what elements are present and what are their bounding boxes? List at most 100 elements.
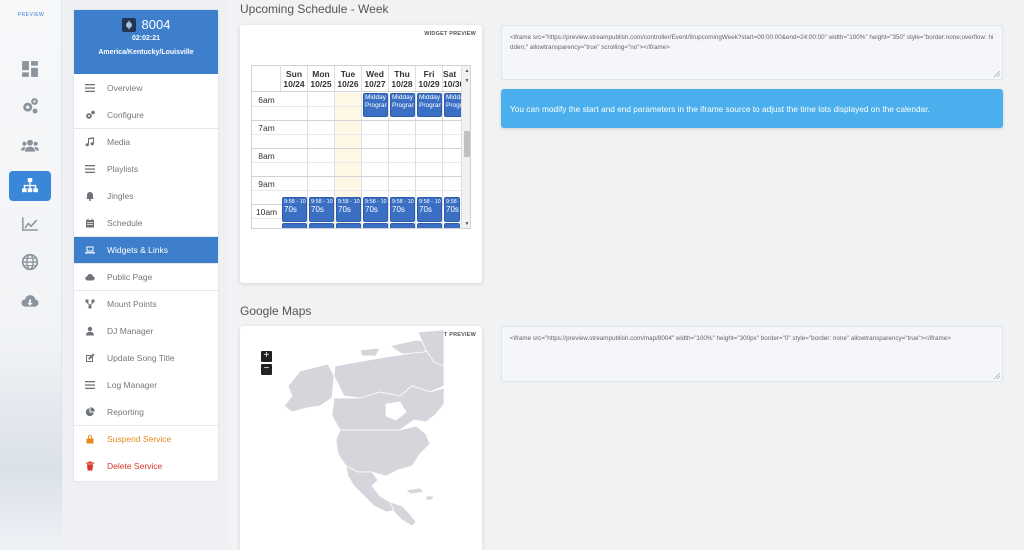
schedule-event-70s[interactable]: 9:58 - 10:5870s [417, 197, 442, 222]
globe-icon[interactable] [9, 247, 51, 277]
scroll-thumb[interactable] [464, 131, 470, 157]
menu-item-reporting[interactable]: Reporting [74, 398, 218, 425]
station-number: 8004 [141, 17, 171, 32]
edit-icon [84, 352, 96, 364]
menu-item-update-song-title[interactable]: Update Song Title [74, 344, 218, 371]
menu-item-overview[interactable]: Overview [74, 74, 218, 101]
menu-item-media[interactable]: Media [74, 128, 218, 155]
menu-item-label: Media [107, 137, 131, 147]
cloud-download-icon[interactable] [9, 286, 51, 316]
pie-chart-icon [84, 406, 96, 418]
scroll-down-small-icon[interactable]: ▼ [464, 78, 470, 84]
sitemap-icon[interactable] [9, 171, 51, 201]
laptop-icon [84, 244, 96, 256]
time-slot [252, 121, 461, 135]
menu-item-label: Mount Points [107, 299, 157, 309]
schedule-event-midday-program[interactable]: Midday Program [390, 93, 415, 117]
cloud-icon [84, 271, 96, 283]
schedule-event-70s[interactable]: 9:58 - 10:5870s [309, 197, 334, 222]
time-slot [252, 135, 461, 149]
calendar-header: Sun 10/24 Mon 10/25 Tue 10/26 Wed 10/27 Thu 1… [252, 66, 461, 92]
schedule-event-next[interactable] [282, 223, 307, 228]
menu-item-jingles[interactable]: Jingles [74, 182, 218, 209]
menu-item-mount-points[interactable]: Mount Points [74, 290, 218, 317]
menu-item-label: DJ Manager [107, 325, 154, 336]
day-header-sat: Sat10/30 [443, 69, 461, 89]
calendar-scrollbar[interactable]: ▲ ▼ ▼ [461, 66, 470, 228]
hour-label: 8am [258, 151, 275, 161]
schedule-section-title: Upcoming Schedule - Week [240, 2, 389, 16]
resize-handle[interactable] [994, 373, 1000, 379]
scroll-down-icon[interactable]: ▼ [464, 221, 470, 227]
schedule-event-70s[interactable]: 9:58 - 10:5870s [336, 197, 361, 222]
schedule-event-next[interactable] [444, 223, 460, 228]
menu-item-public-page[interactable]: Public Page [74, 263, 218, 290]
schedule-event-midday-program[interactable]: Midday Program [417, 93, 442, 117]
scroll-up-icon[interactable]: ▲ [464, 68, 470, 74]
schedule-event-next[interactable] [417, 223, 442, 228]
maps-embed-code[interactable]: <iframe src="https://preview.streampubli… [501, 326, 1003, 382]
menu-item-dj-manager[interactable]: DJ Manager [74, 317, 218, 344]
schedule-embed-code[interactable]: <iframe src="https://preview.streampubli… [501, 25, 1003, 80]
day-header-wed: Wed 10/27 [362, 66, 389, 91]
menu-item-suspend-service[interactable]: Suspend Service [74, 425, 218, 452]
schedule-event-next[interactable] [363, 223, 388, 228]
schedule-event-70s[interactable]: 9:58 - 10:5870s [282, 197, 307, 222]
day-header-fri: Fri 10/29 [416, 66, 443, 91]
schedule-event-next[interactable] [390, 223, 415, 228]
station-logo-icon [121, 17, 136, 32]
schedule-event-70s[interactable]: 9:58 - 10:5870s [390, 197, 415, 222]
icon-rail: PREVIEW [0, 0, 62, 550]
menu-item-configure[interactable]: Configure [74, 101, 218, 128]
menu-item-playlists[interactable]: Playlists [74, 155, 218, 182]
map-zoom-in-button[interactable]: + [261, 351, 272, 362]
resize-handle[interactable] [994, 71, 1000, 77]
menu-item-label: Schedule [107, 217, 143, 228]
menu-item-delete-service[interactable]: Delete Service [74, 452, 218, 479]
calendar-icon [84, 217, 96, 229]
chart-icon[interactable] [9, 209, 51, 239]
menu-item-label: Reporting [107, 406, 144, 417]
maps-section-title: Google Maps [240, 304, 312, 318]
menu-item-log-manager[interactable]: Log Manager [74, 371, 218, 398]
week-calendar: Sun 10/24 Mon 10/25 Tue 10/26 Wed 10/27 Thu 1… [251, 65, 471, 229]
schedule-event-next[interactable] [309, 223, 334, 228]
service-sidebar: 8004 02:02:21 America/Kentucky/Louisvill… [73, 9, 219, 482]
map-widget-preview: WIDGET PREVIEW + − [240, 326, 482, 550]
schedule-event-70s[interactable]: 9:58 - 10:5870s [444, 197, 460, 222]
day-header-thu: Thu 10/28 [389, 66, 416, 91]
users-icon[interactable] [9, 131, 51, 161]
hour-label: 9am [258, 179, 275, 189]
schedule-event-70s[interactable]: 9:58 - 10:5870s [363, 197, 388, 222]
menu-item-label: Update Song Title [107, 352, 175, 363]
hour-label: 10am [255, 207, 278, 217]
lock-icon [84, 433, 96, 445]
station-clock: 02:02:21 [131, 35, 161, 42]
hour-label: 6am [258, 95, 275, 105]
menu-item-label: Public Page [107, 272, 153, 282]
bell-icon [84, 190, 96, 202]
menu-item-widgets-links[interactable]: Widgets & Links [74, 236, 218, 263]
station-timezone: America/Kentucky/Louisville [98, 49, 194, 56]
hour-label: 7am [258, 123, 275, 133]
station-header: 8004 02:02:21 America/Kentucky/Louisvill… [74, 10, 218, 74]
schedule-event-next[interactable] [336, 223, 361, 228]
dashboard-icon[interactable] [9, 54, 51, 84]
schedule-event-midday-program[interactable]: Midday Program [363, 93, 388, 117]
cogs-icon[interactable] [9, 91, 51, 121]
north-america-map[interactable] [240, 326, 482, 550]
menu-item-label: Delete Service [107, 460, 163, 471]
schedule-info-alert: You can modify the start and end paramet… [501, 89, 1003, 128]
trash-icon [84, 460, 96, 472]
list-icon [84, 82, 96, 94]
calendar-body[interactable]: 6am 7am 8am 9am 10am Midday Program Midday Pro… [252, 93, 461, 228]
schedule-event-midday-program[interactable]: Midday Program [444, 93, 461, 117]
time-slot [252, 177, 461, 191]
user-icon [84, 325, 96, 337]
menu-item-label: Jingles [107, 190, 134, 201]
map-zoom-out-button[interactable]: − [261, 364, 272, 375]
menu-item-label: Suspend Service [107, 434, 172, 444]
menu-item-schedule[interactable]: Schedule [74, 209, 218, 236]
menu-item-label: Overview [107, 82, 143, 93]
brand-logo: PREVIEW [17, 12, 45, 18]
